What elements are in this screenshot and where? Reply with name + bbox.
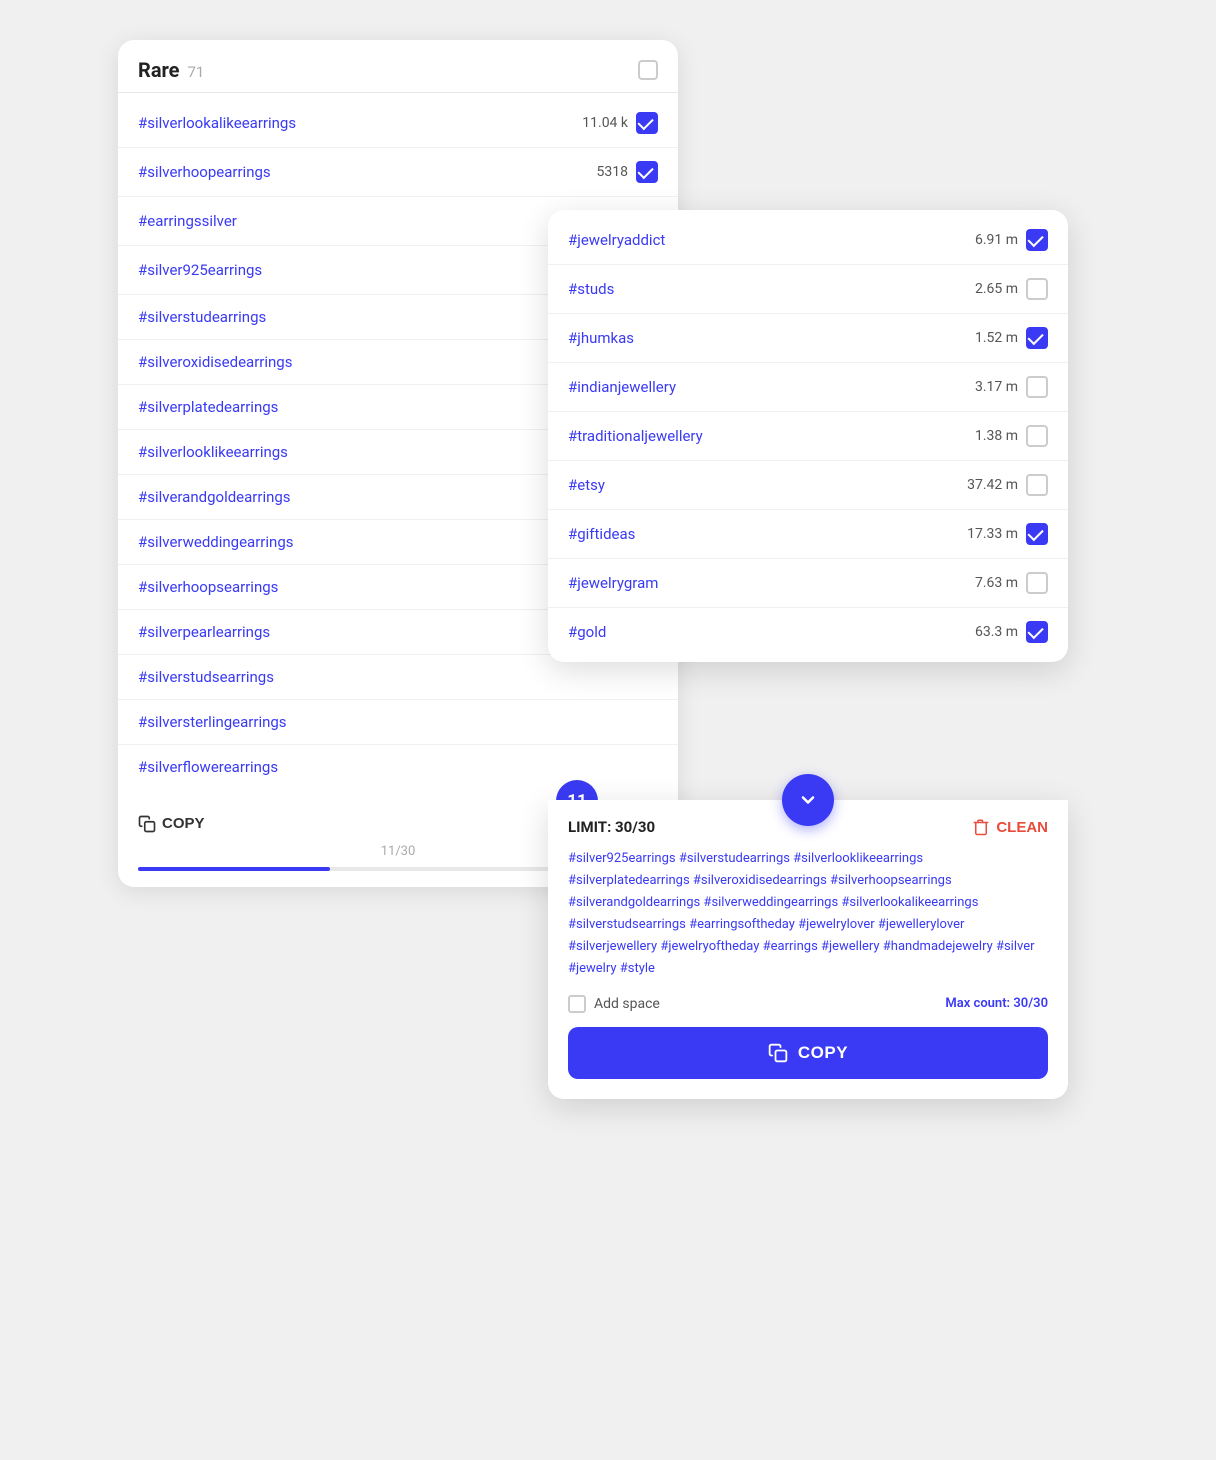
limit-label: LIMIT: 30/30 [568,818,655,836]
unchecked-icon[interactable] [1026,278,1048,300]
list-item[interactable]: #giftideas 17.33 m [548,510,1068,559]
copy-button-main[interactable]: COPY [568,1027,1048,1079]
list-item[interactable]: #traditionaljewellery 1.38 m [548,412,1068,461]
list-item[interactable]: #silversterlingearrings [118,700,678,745]
unchecked-icon[interactable] [1026,376,1048,398]
scroll-down-button[interactable] [782,774,834,826]
unchecked-icon[interactable] [1026,572,1048,594]
bottom-panel: LIMIT: 30/30 CLEAN #silver925earrings #s… [548,800,1068,1099]
list-item[interactable]: #jhumkas 1.52 m [548,314,1068,363]
check-icon[interactable] [1026,621,1048,643]
copy-button-small[interactable]: COPY [138,815,205,833]
list-item[interactable]: #jewelrygram 7.63 m [548,559,1068,608]
trash-icon [972,818,990,836]
list-item[interactable]: #gold 63.3 m [548,608,1068,656]
list-item[interactable]: #studs 2.65 m [548,265,1068,314]
unchecked-icon[interactable] [1026,425,1048,447]
add-space-label[interactable]: Add space [568,995,660,1013]
unchecked-icon[interactable] [1026,474,1048,496]
list-item[interactable]: #jewelryaddict 6.91 m [548,216,1068,265]
max-count: Max count: 30/30 [945,996,1048,1011]
chevron-down-icon [798,790,818,810]
check-icon[interactable] [636,112,658,134]
rare-panel-title: Rare 71 [138,58,204,82]
add-space-checkbox[interactable] [568,995,586,1013]
check-icon[interactable] [1026,327,1048,349]
list-item[interactable]: #etsy 37.42 m [548,461,1068,510]
add-space-row: Add space Max count: 30/30 [568,995,1048,1013]
rare-panel-header: Rare 71 [118,40,678,93]
check-icon[interactable] [1026,229,1048,251]
list-item[interactable]: #silverflowerearrings [118,745,678,789]
check-icon[interactable] [1026,523,1048,545]
list-item[interactable]: #indianjewellery 3.17 m [548,363,1068,412]
check-icon[interactable] [636,161,658,183]
select-all-checkbox[interactable] [638,60,658,80]
list-item[interactable]: #silverlookalikeearrings 11.04 k [118,99,678,148]
clean-button[interactable]: CLEAN [972,818,1048,836]
main-hashtag-list: #jewelryaddict 6.91 m #studs 2.65 m #jhu… [548,210,1068,662]
main-panel: #jewelryaddict 6.91 m #studs 2.65 m #jhu… [548,210,1068,662]
hashtag-preview-text: #silver925earrings #silverstudearrings #… [568,848,1048,981]
list-item[interactable]: #silverhoopearrings 5318 [118,148,678,197]
copy-icon-main [768,1043,788,1063]
copy-icon-small [138,815,156,833]
